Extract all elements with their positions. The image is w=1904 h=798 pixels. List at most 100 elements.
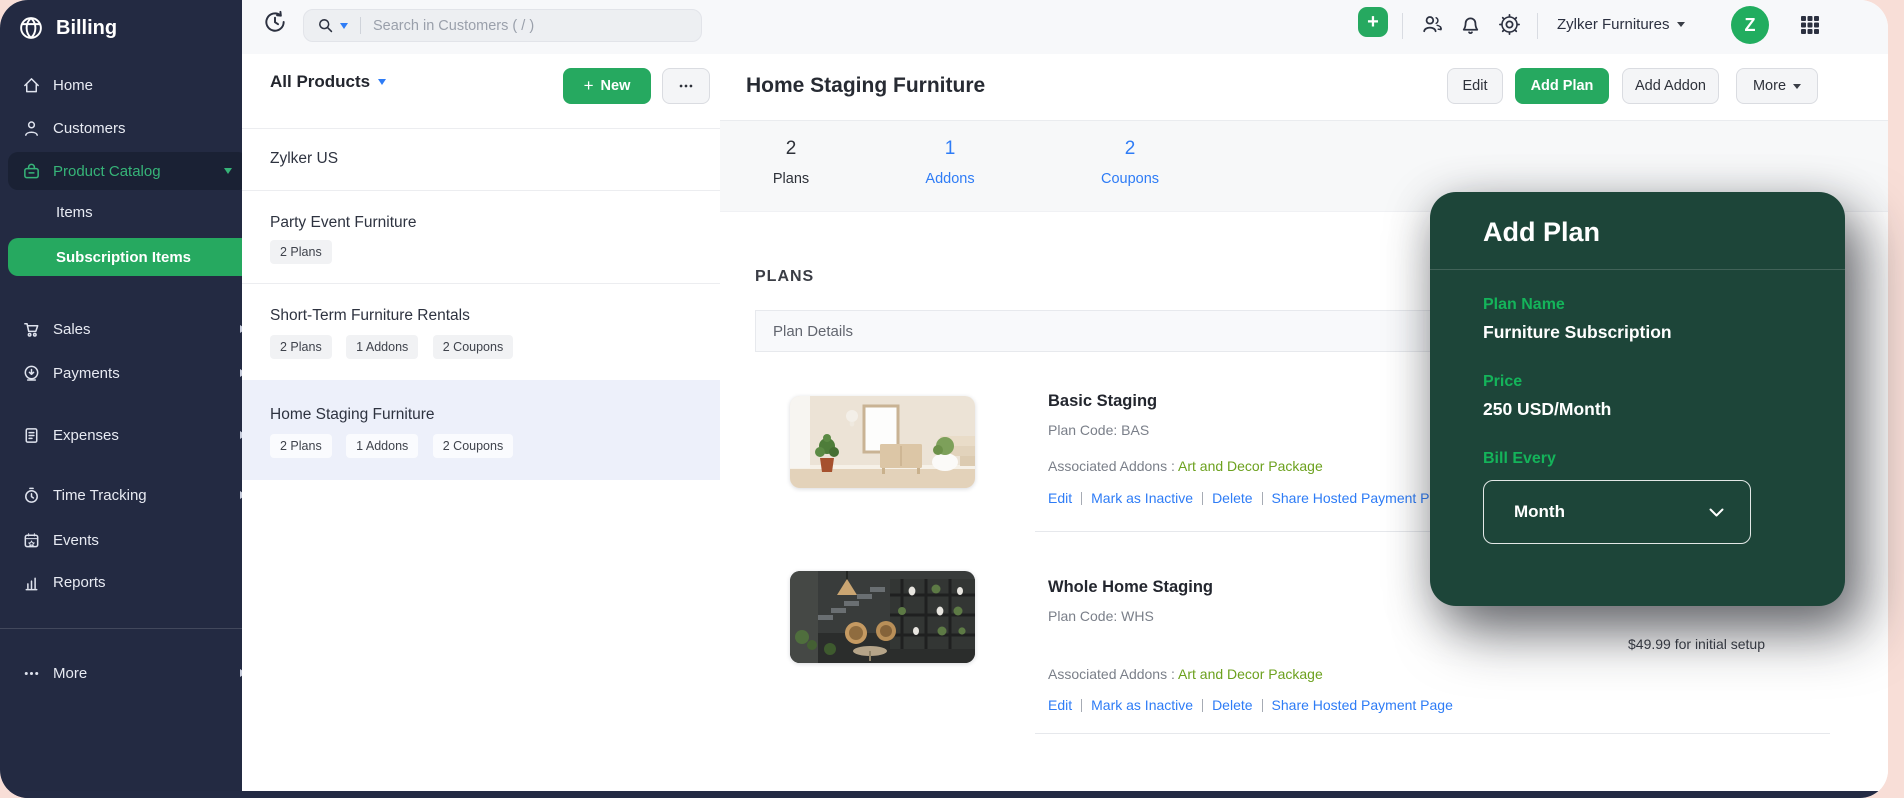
topbar-divider	[1402, 13, 1403, 39]
product-list-item-selected[interactable]: Home Staging Furniture 2 Plans 1 Addons …	[242, 380, 720, 480]
mark-inactive-link[interactable]: Mark as Inactive	[1091, 697, 1193, 713]
avatar[interactable]: Z	[1731, 6, 1769, 44]
share-hosted-page-link[interactable]: Share Hosted Payment Page	[1272, 697, 1453, 713]
payments-icon	[22, 364, 41, 383]
sidebar-item-label: Subscription Items	[56, 249, 191, 266]
addon-link[interactable]: Art and Decor Package	[1178, 458, 1323, 474]
sidebar-item-label: Items	[56, 204, 93, 221]
delete-link[interactable]: Delete	[1212, 490, 1252, 506]
more-actions-button[interactable]: More	[1736, 68, 1818, 104]
org-switcher[interactable]: Zylker Furnitures	[1557, 16, 1685, 33]
price-value: 250 USD/Month	[1483, 399, 1611, 420]
delete-link[interactable]: Delete	[1212, 697, 1252, 713]
stat-label: Coupons	[1070, 171, 1190, 187]
sidebar-item-label: Time Tracking	[53, 487, 147, 504]
sidebar-item-events[interactable]: Events	[0, 523, 264, 557]
add-plan-button[interactable]: Add Plan	[1515, 68, 1609, 104]
sidebar-item-time-tracking[interactable]: Time Tracking	[0, 478, 264, 512]
badge-plans: 2 Plans	[270, 434, 332, 458]
stat-coupons[interactable]: 2 Coupons	[1070, 138, 1190, 187]
sidebar-item-reports[interactable]: Reports	[0, 565, 264, 599]
sidebar-item-more[interactable]: More	[0, 656, 264, 690]
product-name: Party Event Furniture	[270, 214, 416, 232]
product-name: Home Staging Furniture	[270, 406, 435, 424]
share-hosted-page-link[interactable]: Share Hosted Payment Page	[1272, 490, 1453, 506]
bill-every-value: Month	[1514, 502, 1565, 522]
sidebar-item-label: More	[53, 665, 87, 682]
expenses-icon	[22, 426, 41, 445]
product-badges: 2 Plans 1 Addons 2 Coupons	[270, 335, 523, 359]
divider	[1035, 733, 1830, 734]
bill-every-select[interactable]: Month	[1483, 480, 1751, 544]
sidebar-item-label: Expenses	[53, 427, 119, 444]
more-horizontal-icon	[677, 77, 695, 95]
plan-addons: Associated Addons : Art and Decor Packag…	[1048, 666, 1323, 682]
sidebar-item-label: Payments	[53, 365, 120, 382]
edit-link[interactable]: Edit	[1048, 697, 1072, 713]
sidebar-item-customers[interactable]: Customers	[0, 111, 264, 145]
badge-coupons: 2 Coupons	[433, 335, 513, 359]
plan-name-value: Furniture Subscription	[1483, 322, 1672, 343]
addon-link[interactable]: Art and Decor Package	[1178, 666, 1323, 682]
stat-label: Plans	[731, 171, 851, 187]
chevron-down-icon	[1709, 508, 1724, 517]
add-addon-button[interactable]: Add Addon	[1622, 68, 1719, 104]
products-filter-dropdown[interactable]: All Products	[270, 72, 386, 92]
add-plan-panel: Add Plan Plan Name Furniture Subscriptio…	[1430, 192, 1845, 606]
settings-gear-icon[interactable]	[1497, 12, 1522, 37]
sidebar-item-label: Events	[53, 532, 99, 549]
plan-image-basic-staging	[790, 396, 975, 488]
sidebar-item-label: Home	[53, 77, 93, 94]
section-heading: PLANS	[755, 268, 814, 286]
search-icon	[317, 17, 334, 34]
sidebar-item-label: Reports	[53, 574, 106, 591]
price-label: Price	[1483, 373, 1522, 391]
products-more-button[interactable]	[662, 68, 710, 104]
stat-value: 2	[1070, 138, 1190, 160]
badge-plans: 2 Plans	[270, 335, 332, 359]
badge-coupons: 2 Coupons	[433, 434, 513, 458]
badge-plans: 2 Plans	[270, 240, 332, 264]
topbar: Search in Customers ( / ) + Zylker Furni…	[242, 0, 1888, 55]
bill-every-label: Bill Every	[1483, 450, 1556, 468]
quick-create-button[interactable]: +	[1358, 7, 1388, 37]
sidebar-item-sales[interactable]: Sales	[0, 312, 264, 346]
referrals-users-icon[interactable]	[1420, 12, 1445, 37]
reports-icon	[22, 573, 41, 592]
apps-grid-icon[interactable]	[1798, 13, 1822, 37]
product-name: Short-Term Furniture Rentals	[270, 307, 470, 325]
billing-logo-icon	[18, 15, 44, 41]
sales-icon	[22, 320, 41, 339]
plan-row-actions: Edit Mark as Inactive Delete Share Hosted P…	[1048, 697, 1453, 713]
search-scope-chevron-icon[interactable]	[340, 23, 348, 29]
plus-icon: +	[1367, 12, 1379, 32]
notifications-bell-icon[interactable]	[1458, 12, 1483, 37]
mark-inactive-link[interactable]: Mark as Inactive	[1091, 490, 1193, 506]
time-tracking-icon	[22, 486, 41, 505]
edit-button[interactable]: Edit	[1447, 68, 1503, 104]
product-list-item[interactable]: Short-Term Furniture Rentals 2 Plans 1 A…	[242, 283, 720, 380]
divider	[1430, 269, 1845, 270]
new-product-button[interactable]: + New	[563, 68, 651, 104]
app-logo: Billing	[0, 10, 260, 46]
sidebar: Billing Home Customers Product Catalog I…	[0, 0, 242, 798]
page-title: Home Staging Furniture	[746, 74, 985, 98]
refresh-recent-icon[interactable]	[262, 9, 288, 35]
product-badges: 2 Plans	[270, 240, 342, 264]
product-list-item[interactable]: Zylker US	[242, 128, 720, 190]
global-search-input[interactable]: Search in Customers ( / )	[303, 9, 702, 42]
more-dots-icon	[22, 664, 41, 683]
sidebar-item-subscription-items[interactable]: Subscription Items	[8, 238, 282, 276]
sidebar-item-product-catalog[interactable]: Product Catalog	[8, 152, 248, 190]
product-list-item[interactable]: Party Event Furniture 2 Plans	[242, 190, 720, 283]
window-bottom-edge	[0, 791, 1888, 798]
table-header-label: Plan Details	[773, 323, 853, 340]
sidebar-item-expenses[interactable]: Expenses	[0, 418, 264, 452]
sidebar-item-payments[interactable]: Payments	[0, 356, 264, 390]
stat-addons[interactable]: 1 Addons	[890, 138, 1010, 187]
edit-link[interactable]: Edit	[1048, 490, 1072, 506]
panel-title: Add Plan	[1483, 217, 1600, 248]
stat-plans[interactable]: 2 Plans	[731, 138, 851, 187]
sidebar-item-home[interactable]: Home	[0, 68, 264, 102]
product-badges: 2 Plans 1 Addons 2 Coupons	[270, 434, 523, 458]
